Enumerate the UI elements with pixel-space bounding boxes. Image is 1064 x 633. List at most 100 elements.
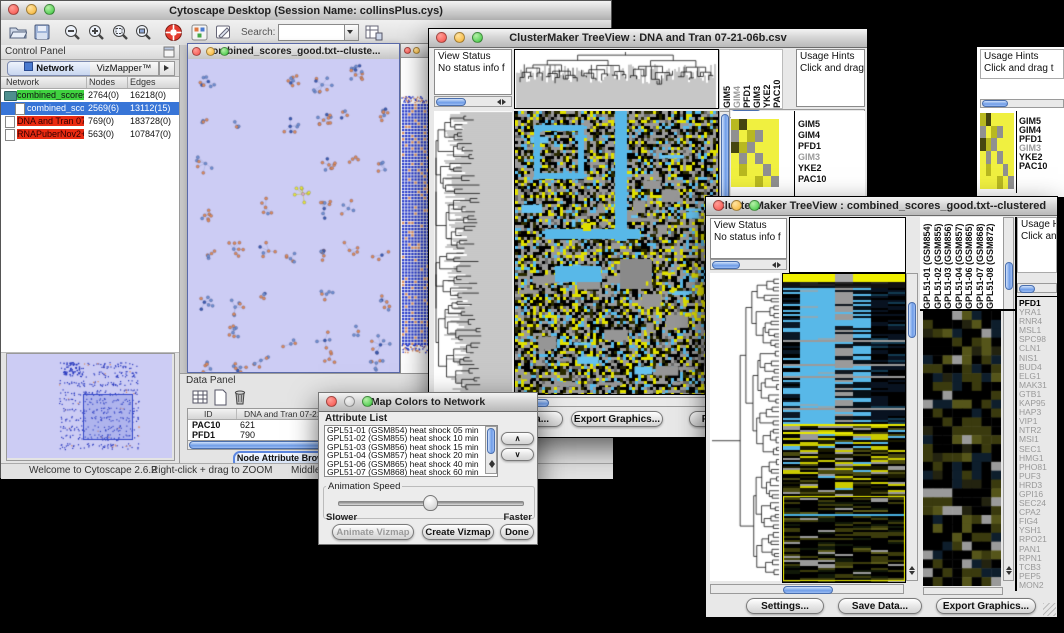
minimize-icon[interactable] (413, 47, 420, 54)
export-table-icon[interactable] (365, 24, 383, 41)
close-icon[interactable] (436, 32, 447, 43)
array-column-label[interactable]: GIM3 (752, 50, 761, 108)
array-column-label[interactable]: GPL51-02 (GSM855) (933, 217, 943, 309)
trash-icon[interactable] (232, 388, 248, 406)
minimize-icon[interactable] (731, 200, 742, 211)
tv1-titlebar[interactable]: ClusterMaker TreeView : DNA and Tran 07-… (429, 29, 867, 48)
zoom-in-icon[interactable] (87, 24, 105, 41)
close-icon[interactable] (8, 4, 19, 15)
global-heatmap-canvas[interactable] (514, 111, 719, 395)
grid-network-canvas[interactable] (401, 58, 428, 378)
faster-label: Faster (503, 512, 532, 523)
gene-label[interactable]: GIM5 (798, 119, 826, 130)
help-lifering-icon[interactable] (164, 23, 183, 42)
dialog-titlebar[interactable]: Map Colors to Network (319, 393, 537, 412)
attribute-list-item[interactable]: GPL51-07 (GSM868) heat shock 60 min (327, 468, 497, 476)
export-graphics-button[interactable]: Export Graphics... (936, 598, 1036, 614)
gene-label[interactable]: GIM4 (798, 130, 826, 141)
array-column-label[interactable]: PAC10 (772, 50, 781, 108)
array-column-label[interactable]: GPL51-06 (GSM865) (964, 217, 974, 309)
resize-grip[interactable] (1043, 603, 1056, 616)
array-column-label[interactable]: YKE2 (762, 50, 771, 108)
network-table-row[interactable]: RNAPuberNov2+563(0)107847(0) (1, 128, 179, 141)
done-button[interactable]: Done (500, 524, 534, 540)
global-heatmap-canvas[interactable] (782, 273, 906, 583)
window-controls[interactable] (8, 4, 55, 15)
array-column-label[interactable]: GPL51-03 (GSM856) (943, 217, 953, 309)
export-graphics-button[interactable]: Export Graphics... (571, 411, 663, 427)
row-dendrogram-canvas[interactable] (710, 273, 780, 581)
create-vizmap-button[interactable]: Create Vizmap (422, 524, 494, 540)
array-column-label[interactable]: GPL51-07 (GSM868) (975, 217, 985, 309)
network-table-row[interactable]: combined_scores2764(0)16218(0) (1, 89, 179, 102)
zoom-fit-icon[interactable] (111, 24, 129, 41)
matrix-cell (755, 176, 763, 187)
tv2-titlebar[interactable]: ClusterMaker TreeView : combined_scores_… (706, 197, 1057, 216)
array-column-label[interactable]: GPL51-01 (GSM854) (922, 217, 932, 309)
gene-label[interactable]: GIM3 (798, 152, 826, 163)
gene-label[interactable]: MON2 (1019, 581, 1057, 590)
heatmap-hscrollbar[interactable] (710, 584, 904, 594)
close-icon[interactable] (326, 396, 337, 407)
zoom-window-icon[interactable] (220, 47, 229, 56)
zoom-hscrollbar[interactable] (923, 587, 1003, 595)
network-overview-canvas[interactable] (7, 354, 172, 458)
minimize-icon[interactable] (344, 396, 355, 407)
float-panel-icon[interactable] (163, 46, 175, 58)
array-column-label[interactable]: GIM4 (732, 50, 741, 108)
zoom-selected-icon[interactable] (134, 24, 152, 41)
hints-hscrollbar[interactable] (980, 99, 1064, 108)
network-graph-canvas[interactable] (188, 59, 399, 372)
close-icon[interactable] (713, 200, 724, 211)
zoom-out-icon[interactable] (63, 24, 81, 41)
network-table-row[interactable]: DNA and Tran 07769(0)183728(0) (1, 115, 179, 128)
animate-vizmap-button[interactable]: Animate Vizmap (332, 524, 414, 540)
network-table-row[interactable]: combined_sco2569(6)13112(15) (1, 102, 179, 115)
minimize-icon[interactable] (206, 47, 215, 56)
array-column-label[interactable]: GIM5 (722, 50, 731, 108)
zoom-window-icon[interactable] (362, 396, 373, 407)
cluster-zoom-matrix[interactable] (731, 119, 779, 187)
plugin-icon[interactable] (191, 24, 208, 41)
zoom-window-icon[interactable] (44, 4, 55, 15)
gene-label[interactable]: YKE2 (798, 163, 826, 174)
zoom-window-icon[interactable] (749, 200, 760, 211)
save-data-button[interactable]: Save Data... (838, 598, 922, 614)
move-down-button[interactable]: ∨ (501, 448, 534, 461)
move-up-button[interactable]: ∧ (501, 432, 534, 445)
status-hscrollbar[interactable] (434, 96, 512, 107)
array-column-label[interactable]: GPL51-04 (GSM857) (954, 217, 964, 309)
annotation-icon[interactable] (215, 24, 233, 41)
status-hscrollbar[interactable] (710, 259, 787, 270)
slider-thumb[interactable] (423, 495, 438, 511)
array-column-label[interactable]: PFD1 (742, 50, 751, 108)
table-icon[interactable] (192, 389, 209, 406)
zoom-heatmap-canvas[interactable] (923, 311, 1001, 586)
gene-label[interactable]: PFD1 (798, 141, 826, 152)
new-page-icon[interactable] (213, 389, 228, 406)
tab-vizmapper[interactable]: VizMapper™ (90, 61, 159, 76)
array-column-label[interactable]: GPL51-08 (GSM872) (985, 217, 995, 309)
settings-button[interactable]: Settings... (746, 598, 824, 614)
open-folder-icon[interactable] (9, 24, 27, 40)
zoom-window-icon[interactable] (472, 32, 483, 43)
close-icon[interactable] (404, 47, 411, 54)
close-icon[interactable] (192, 47, 201, 56)
row-dendrogram-canvas[interactable] (434, 111, 512, 394)
gene-label[interactable]: PAC10 (798, 174, 826, 185)
network-overview-panel[interactable] (6, 353, 175, 461)
save-icon[interactable] (34, 24, 50, 40)
main-titlebar[interactable]: Cytoscape Desktop (Session Name: collins… (1, 1, 611, 21)
heatmap-vscrollbar[interactable] (906, 273, 918, 581)
gene-label[interactable]: PAC10 (1019, 162, 1047, 171)
tab-network[interactable]: Network (7, 61, 91, 76)
minimize-icon[interactable] (26, 4, 37, 15)
heatmap-hscrollbar[interactable] (514, 397, 719, 407)
column-dendrogram-canvas[interactable] (514, 49, 719, 109)
zoom-vscrollbar[interactable] (1003, 217, 1014, 581)
attribute-list[interactable]: GPL51-01 (GSM854) heat shock 05 minGPL51… (324, 425, 498, 477)
cluster-zoom-matrix[interactable] (980, 113, 1014, 189)
hints-hscrollbar[interactable] (1017, 283, 1057, 293)
minimize-icon[interactable] (454, 32, 465, 43)
list-vscrollbar[interactable] (485, 426, 497, 474)
